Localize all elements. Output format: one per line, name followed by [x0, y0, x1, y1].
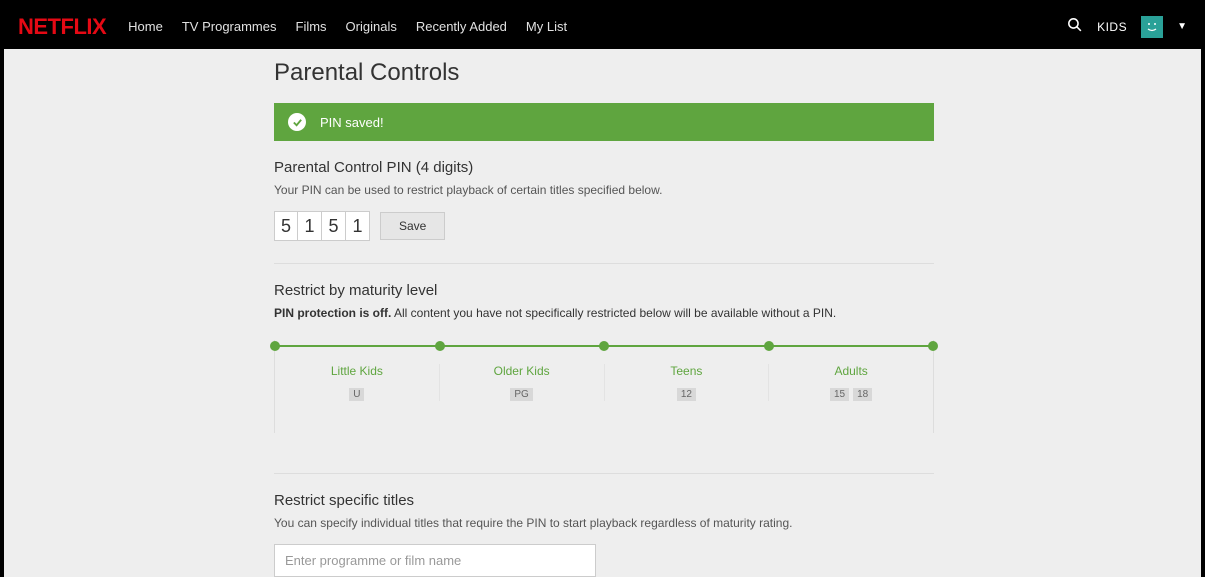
- nav-mylist[interactable]: My List: [526, 19, 567, 34]
- rating-badge: 15: [830, 388, 849, 401]
- rating-badge: U: [349, 388, 364, 401]
- slider-dot-3[interactable]: [764, 341, 774, 351]
- divider: [274, 263, 934, 264]
- maturity-col-adults[interactable]: Adults 15 18: [769, 364, 933, 401]
- maturity-col-teens[interactable]: Teens 12: [605, 364, 770, 401]
- maturity-col-little-kids[interactable]: Little Kids U: [275, 364, 440, 401]
- caret-down-icon[interactable]: ▼: [1177, 21, 1187, 32]
- topbar: NETFLIX Home TV Programmes Films Origina…: [4, 4, 1201, 49]
- pin-digit-4[interactable]: 1: [346, 211, 370, 241]
- slider-dot-4[interactable]: [928, 341, 938, 351]
- search-icon[interactable]: [1066, 16, 1083, 38]
- pin-digit-3[interactable]: 5: [322, 211, 346, 241]
- nav-tv[interactable]: TV Programmes: [182, 19, 277, 34]
- nav-home[interactable]: Home: [128, 19, 163, 34]
- maturity-heading: Restrict by maturity level: [274, 282, 934, 299]
- main-nav: Home TV Programmes Films Originals Recen…: [128, 19, 567, 34]
- page-title: Parental Controls: [274, 59, 934, 87]
- kids-link[interactable]: KIDS: [1097, 20, 1127, 34]
- maturity-label: Older Kids: [444, 364, 600, 378]
- slider-dot-1[interactable]: [435, 341, 445, 351]
- protection-rest: All content you have not specifically re…: [391, 306, 836, 320]
- maturity-col-older-kids[interactable]: Older Kids PG: [440, 364, 605, 401]
- maturity-slider[interactable]: Little Kids U Older Kids PG Teens 12 A: [274, 340, 934, 433]
- nav-originals[interactable]: Originals: [346, 19, 397, 34]
- maturity-label: Adults: [773, 364, 929, 378]
- nav-films[interactable]: Films: [296, 19, 327, 34]
- nav-recent[interactable]: Recently Added: [416, 19, 507, 34]
- divider: [274, 473, 934, 474]
- rating-badge: PG: [510, 388, 532, 401]
- pin-desc: Your PIN can be used to restrict playbac…: [274, 183, 934, 197]
- maturity-label: Teens: [609, 364, 765, 378]
- protection-status: PIN protection is off. All content you h…: [274, 306, 934, 320]
- netflix-logo[interactable]: NETFLIX: [18, 14, 106, 40]
- rating-badge: 18: [853, 388, 872, 401]
- slider-dot-0[interactable]: [270, 341, 280, 351]
- titles-heading: Restrict specific titles: [274, 492, 934, 509]
- save-button[interactable]: Save: [380, 212, 445, 240]
- success-banner: PIN saved!: [274, 103, 934, 141]
- banner-message: PIN saved!: [320, 115, 384, 130]
- pin-input[interactable]: 5 1 5 1: [274, 211, 370, 241]
- title-search-input[interactable]: [274, 544, 596, 577]
- titles-desc: You can specify individual titles that r…: [274, 516, 934, 530]
- pin-digit-1[interactable]: 5: [274, 211, 298, 241]
- protection-strong: PIN protection is off.: [274, 306, 391, 320]
- rating-badge: 12: [677, 388, 696, 401]
- check-circle-icon: [288, 113, 306, 131]
- slider-dot-2[interactable]: [599, 341, 609, 351]
- profile-avatar[interactable]: [1141, 16, 1163, 38]
- maturity-label: Little Kids: [279, 364, 435, 378]
- pin-heading: Parental Control PIN (4 digits): [274, 159, 934, 176]
- pin-digit-2[interactable]: 1: [298, 211, 322, 241]
